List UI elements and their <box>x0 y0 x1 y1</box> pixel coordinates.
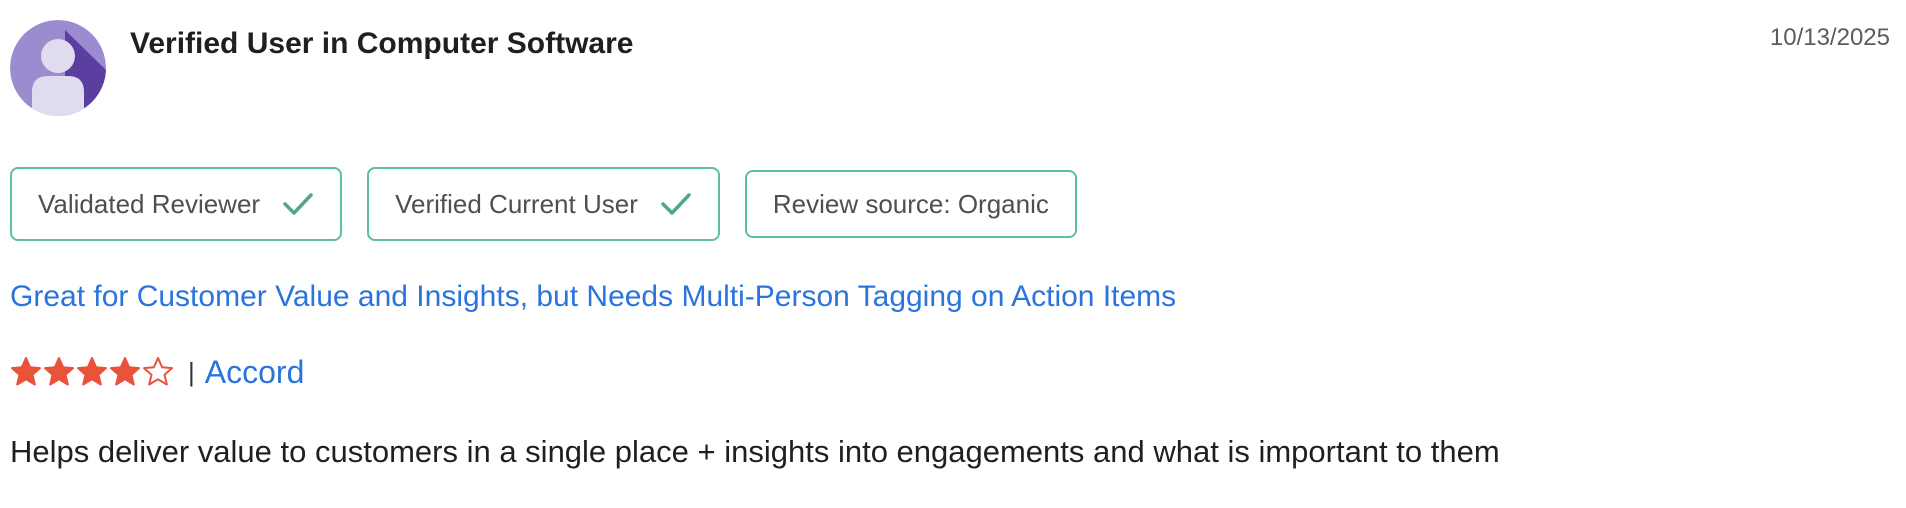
star-filled-icon <box>77 357 107 386</box>
check-icon <box>660 192 692 216</box>
review-body: Helps deliver value to customers in a si… <box>10 434 1500 469</box>
product-link[interactable]: Accord <box>205 354 305 391</box>
review-title-link[interactable]: Great for Customer Value and Insights, b… <box>10 280 1176 314</box>
user-avatar-icon <box>10 20 106 116</box>
review-card: Verified User in Computer Software 10/13… <box>0 0 1906 508</box>
badge-label: Verified Current User <box>395 188 638 219</box>
separator: | <box>188 356 195 387</box>
check-icon <box>282 192 314 216</box>
badge-label: Validated Reviewer <box>38 188 261 219</box>
star-empty-icon <box>143 357 173 386</box>
verified-current-user-badge: Verified Current User <box>367 167 720 241</box>
star-filled-icon <box>11 357 41 386</box>
star-filled-icon <box>110 357 140 386</box>
review-source-badge: Review source: Organic <box>744 170 1077 238</box>
star-filled-icon <box>44 357 74 386</box>
reviewer-name: Verified User in Computer Software <box>130 27 634 60</box>
validated-reviewer-badge: Validated Reviewer <box>10 167 343 241</box>
badge-label: Review source: Organic <box>772 188 1049 219</box>
rating-row: | Accord <box>10 352 304 392</box>
badge-list: Validated Reviewer Verified Current User… <box>10 167 1077 241</box>
review-date: 10/13/2025 <box>1769 24 1890 51</box>
star-rating <box>10 356 174 388</box>
